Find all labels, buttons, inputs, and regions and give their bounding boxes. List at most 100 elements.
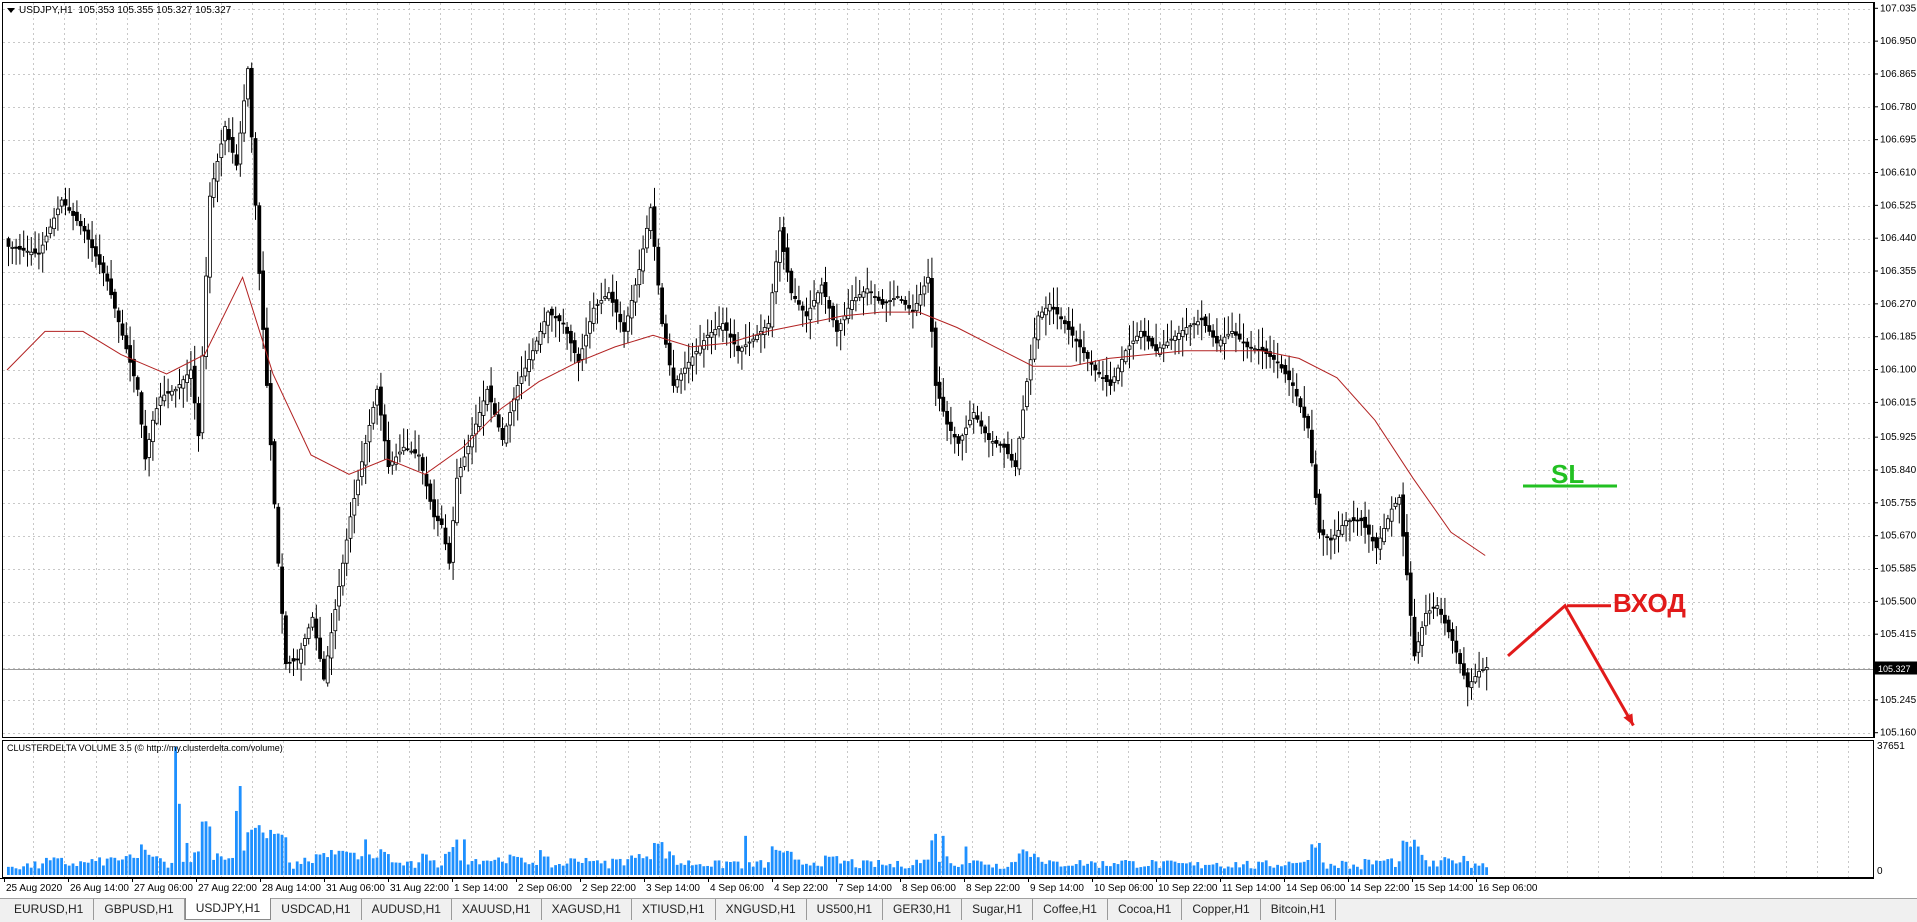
volume-bar: [1340, 860, 1344, 875]
volume-bar: [721, 868, 725, 875]
candle-body: [139, 392, 144, 425]
candle: [264, 307, 269, 388]
candle: [702, 332, 706, 368]
candle: [1104, 356, 1109, 397]
candle: [162, 375, 167, 407]
candle: [1192, 316, 1196, 339]
volume-histogram-canvas[interactable]: [3, 741, 1874, 878]
candle-body: [1245, 341, 1250, 348]
candle-body: [234, 154, 239, 166]
candle: [960, 433, 965, 461]
tab-xtiusd-h1[interactable]: XTIUSD,H1: [632, 899, 716, 920]
tab-usdcad-h1[interactable]: USDCAD,H1: [271, 899, 362, 920]
volume-bar: [56, 858, 60, 875]
volume-bar: [1040, 861, 1044, 875]
candle-body: [352, 498, 357, 516]
tab-xngusd-h1[interactable]: XNGUSD,H1: [716, 899, 807, 920]
volume-bar: [998, 868, 1002, 875]
volume-indicator-pane[interactable]: CLUSTERDELTA VOLUME 3.5 (© http://my.clu…: [2, 740, 1874, 878]
candle: [808, 290, 813, 340]
entry-annotation-label[interactable]: ВХОД: [1613, 588, 1686, 619]
price-chart-canvas[interactable]: [3, 3, 1874, 738]
candle: [1374, 532, 1379, 564]
tab-xagusd-h1[interactable]: XAGUSD,H1: [542, 899, 632, 920]
candle-body: [781, 227, 786, 252]
volume-bar: [687, 860, 690, 875]
volume-bar: [257, 825, 261, 875]
candle-body: [702, 340, 706, 350]
candle: [37, 233, 41, 270]
tab-xauusd-h1[interactable]: XAUUSD,H1: [452, 899, 542, 920]
candle: [842, 302, 847, 336]
volume-bar: [1063, 866, 1067, 875]
candle: [1329, 528, 1333, 560]
price-tick-label: 105.670: [1880, 531, 1917, 542]
candle-body: [869, 291, 873, 294]
volume-bar: [1424, 860, 1428, 875]
candle: [1294, 373, 1299, 406]
candle: [359, 441, 364, 486]
volume-bar: [1021, 849, 1025, 875]
volume-bar: [512, 856, 516, 875]
price-scale[interactable]: 107.035 106.950 106.865 106.780 106.695 106.6…: [1874, 2, 1917, 738]
tab-ger30-h1[interactable]: GER30,H1: [883, 899, 963, 920]
candle-body: [207, 195, 212, 278]
price-chart-pane[interactable]: USDJPY,H1 105.353 105.355 105.327 105.32…: [2, 2, 1874, 738]
tab-usdjpy-h1[interactable]: USDJPY,H1: [184, 898, 272, 920]
candle: [553, 306, 558, 338]
volume-bar: [820, 866, 823, 875]
candle: [413, 430, 418, 459]
volume-bar: [360, 856, 364, 875]
tab-eurusd-h1[interactable]: EURUSD,H1: [4, 899, 95, 920]
volume-bar: [235, 810, 238, 875]
current-price-label: 105.327: [1878, 664, 1911, 674]
tab-audusd-h1[interactable]: AUDUSD,H1: [362, 899, 452, 920]
volume-bar: [1264, 860, 1268, 875]
tab-copper-h1[interactable]: Copper,H1: [1182, 899, 1261, 920]
volume-bar: [1314, 847, 1317, 875]
volume-bar: [307, 861, 310, 875]
volume-bar: [371, 858, 375, 875]
candle: [268, 369, 273, 461]
price-tick-label: 105.160: [1880, 728, 1917, 738]
volume-bar: [1299, 862, 1302, 875]
tab-cocoa-h1[interactable]: Cocoa,H1: [1108, 899, 1183, 920]
volume-bar: [599, 863, 603, 875]
candle: [1416, 631, 1421, 664]
tab-sugar-h1[interactable]: Sugar,H1: [962, 899, 1034, 920]
candle: [306, 623, 311, 645]
candle-body: [793, 296, 797, 299]
sl-annotation-label[interactable]: SL: [1551, 459, 1584, 490]
volume-bar: [459, 860, 462, 875]
volume-bar: [1025, 851, 1029, 875]
tab-gbpusd-h1[interactable]: GBPUSD,H1: [94, 899, 185, 920]
volume-bar: [1154, 861, 1158, 875]
time-scale[interactable]: 25 Aug 2020 26 Aug 14:00 27 Aug 06:00 27 Au…: [0, 878, 1874, 896]
candle-body: [667, 342, 672, 366]
tab-bitcoin-h1[interactable]: Bitcoin,H1: [1261, 899, 1337, 920]
candle-body: [466, 445, 471, 455]
candle-body: [1047, 303, 1052, 312]
tab-us500-h1[interactable]: US500,H1: [807, 899, 884, 920]
candle: [1317, 489, 1322, 539]
candle-body: [1196, 321, 1200, 326]
candle: [580, 333, 585, 372]
tab-coffee-h1[interactable]: Coffee,H1: [1033, 899, 1108, 920]
dropdown-triangle-icon[interactable]: [7, 7, 15, 13]
candle: [447, 536, 452, 570]
candle-body: [204, 275, 209, 358]
volume-bar: [504, 863, 508, 875]
volume-bar: [675, 864, 679, 875]
volume-bar: [793, 859, 797, 875]
volume-bar: [1002, 868, 1006, 875]
candle-body: [90, 239, 94, 249]
candle-body: [656, 246, 661, 286]
price-grid: [3, 3, 1873, 737]
candle-body: [1044, 307, 1048, 316]
candle: [1009, 438, 1014, 468]
candle-body: [1070, 326, 1075, 336]
volume-bar: [1261, 862, 1264, 875]
candle-body: [1408, 572, 1413, 616]
candle: [443, 514, 448, 551]
candle-body: [1093, 364, 1098, 371]
